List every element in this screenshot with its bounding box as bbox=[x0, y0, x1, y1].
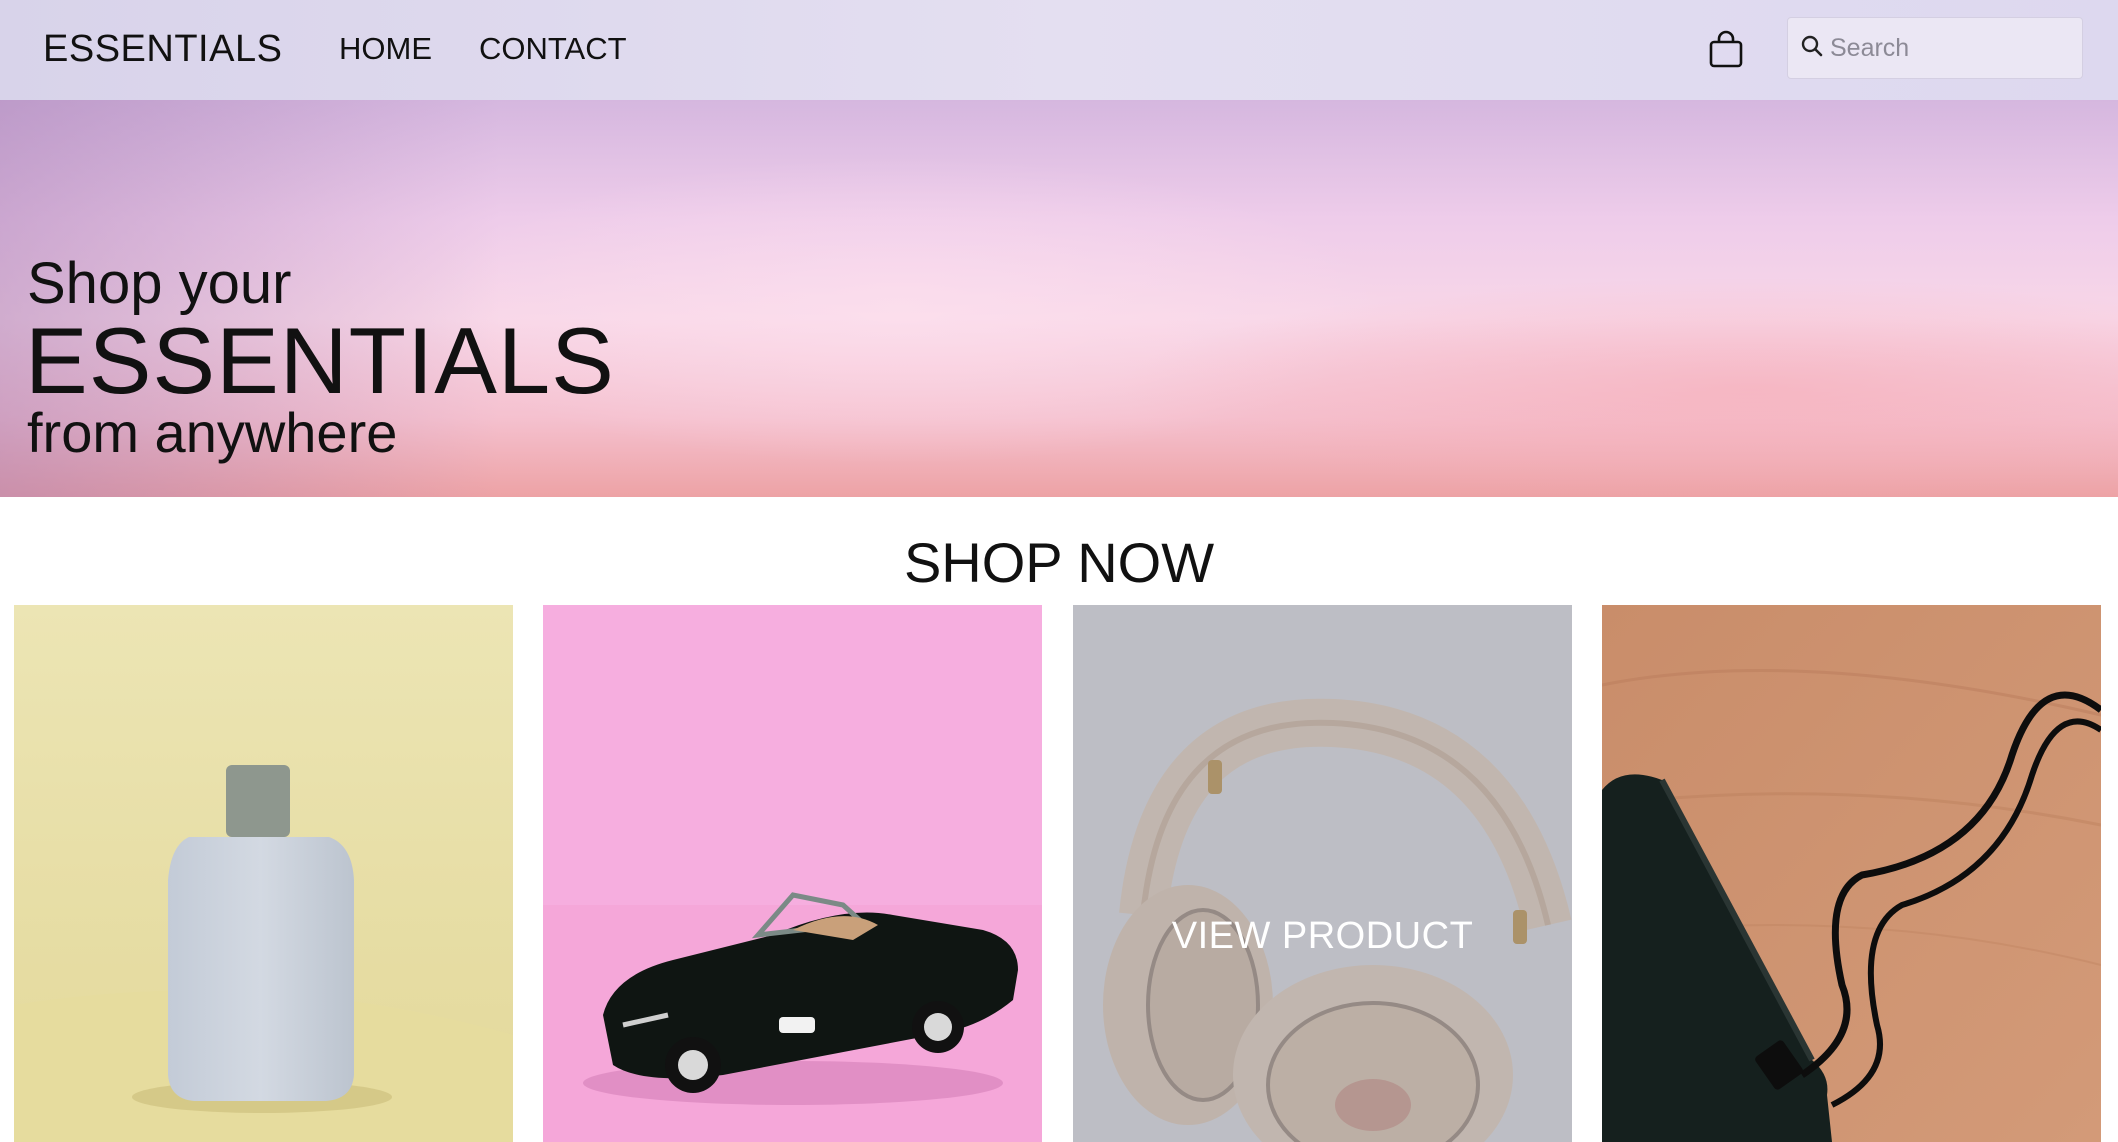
product-card-toy-car[interactable] bbox=[543, 605, 1042, 1142]
search-input[interactable] bbox=[1830, 33, 2070, 63]
product-image-perfume bbox=[14, 605, 513, 1142]
view-product-button[interactable]: VIEW PRODUCT bbox=[1073, 915, 1572, 958]
nav-link-home[interactable]: HOME bbox=[339, 31, 432, 67]
shopping-bag-icon[interactable] bbox=[1708, 30, 1744, 68]
nav-link-contact[interactable]: CONTACT bbox=[479, 31, 627, 67]
product-card-perfume[interactable] bbox=[14, 605, 513, 1142]
product-card-power-bank[interactable] bbox=[1602, 605, 2101, 1142]
product-image-power-bank bbox=[1602, 605, 2101, 1142]
hero-banner: Shop your ESSENTIALS from anywhere bbox=[0, 100, 2118, 497]
search-icon bbox=[1800, 34, 1824, 63]
hero-tagline-bottom: from anywhere bbox=[27, 401, 398, 464]
hover-overlay bbox=[1073, 605, 1572, 1142]
brand-logo[interactable]: ESSENTIALS bbox=[43, 28, 282, 71]
top-navbar: ESSENTIALS HOME CONTACT bbox=[0, 0, 2118, 100]
section-title: SHOP NOW bbox=[903, 531, 1215, 594]
product-card-headphones[interactable]: VIEW PRODUCT bbox=[1073, 605, 1572, 1142]
hero-headline: ESSENTIALS bbox=[25, 308, 615, 413]
search-box[interactable] bbox=[1787, 17, 2083, 79]
product-image-toy-car bbox=[543, 605, 1042, 1142]
